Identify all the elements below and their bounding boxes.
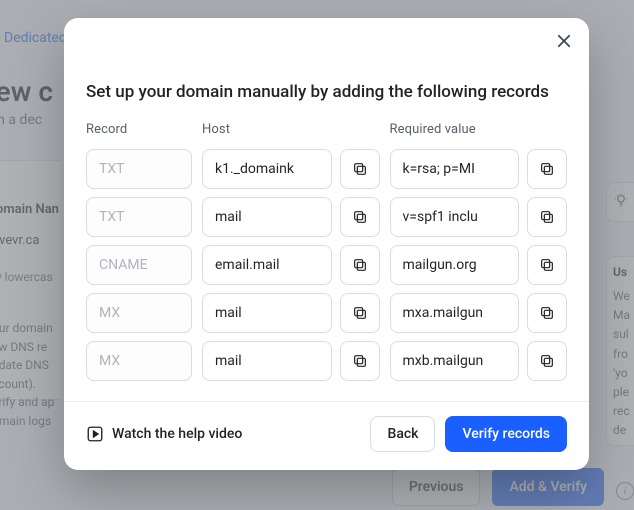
copy-value-button[interactable] [527, 149, 567, 189]
record-type-field: MX [86, 293, 192, 333]
host-field[interactable]: k1._domaink [202, 149, 332, 189]
copy-host-button[interactable] [340, 341, 380, 381]
copy-icon [539, 257, 555, 273]
value-field[interactable]: v=spf1 inclu [390, 197, 520, 237]
record-column: Record TXT TXT CNAME MX MX [86, 122, 192, 389]
copy-icon [352, 305, 368, 321]
record-type-field: MX [86, 341, 192, 381]
copy-host-button[interactable] [340, 245, 380, 285]
copy-icon [539, 353, 555, 369]
value-field[interactable]: mxa.mailgun [390, 293, 520, 333]
copy-icon [539, 161, 555, 177]
copy-host-button[interactable] [340, 149, 380, 189]
back-button[interactable]: Back [370, 416, 435, 452]
record-header: Record [86, 122, 192, 137]
copy-host-button[interactable] [340, 293, 380, 333]
value-field[interactable]: mailgun.org [390, 245, 520, 285]
modal-footer: Watch the help video Back Verify records [86, 416, 567, 452]
dns-records-modal: Set up your domain manually by adding th… [64, 18, 589, 470]
value-header: Required value [390, 122, 568, 137]
copy-icon [352, 353, 368, 369]
copy-value-button[interactable] [527, 245, 567, 285]
close-icon [555, 32, 573, 50]
record-type-field: TXT [86, 197, 192, 237]
value-column: Required value k=rsa; p=MI v=spf1 inclu … [390, 122, 568, 389]
copy-icon [539, 305, 555, 321]
host-field[interactable]: mail [202, 197, 332, 237]
copy-host-button[interactable] [340, 197, 380, 237]
watch-help-video-link[interactable]: Watch the help video [86, 425, 242, 443]
copy-icon [352, 257, 368, 273]
modal-title: Set up your domain manually by adding th… [86, 82, 567, 102]
host-field[interactable]: email.mail [202, 245, 332, 285]
records-table: Record TXT TXT CNAME MX MX Host k1._doma… [86, 122, 567, 389]
value-field[interactable]: mxb.mailgun [390, 341, 520, 381]
copy-icon [539, 209, 555, 225]
copy-value-button[interactable] [527, 341, 567, 381]
host-field[interactable]: mail [202, 293, 332, 333]
modal-footer-buttons: Back Verify records [370, 416, 567, 452]
help-video-label: Watch the help video [112, 426, 242, 442]
copy-value-button[interactable] [527, 197, 567, 237]
record-type-field: CNAME [86, 245, 192, 285]
copy-icon [352, 161, 368, 177]
close-button[interactable] [555, 32, 573, 50]
play-icon [86, 425, 104, 443]
value-field[interactable]: k=rsa; p=MI [390, 149, 520, 189]
host-header: Host [202, 122, 380, 137]
host-column: Host k1._domaink mail email.mail mail ma… [202, 122, 380, 389]
record-type-field: TXT [86, 149, 192, 189]
divider [64, 401, 589, 402]
host-field[interactable]: mail [202, 341, 332, 381]
copy-value-button[interactable] [527, 293, 567, 333]
copy-icon [352, 209, 368, 225]
verify-records-button[interactable]: Verify records [445, 416, 567, 452]
